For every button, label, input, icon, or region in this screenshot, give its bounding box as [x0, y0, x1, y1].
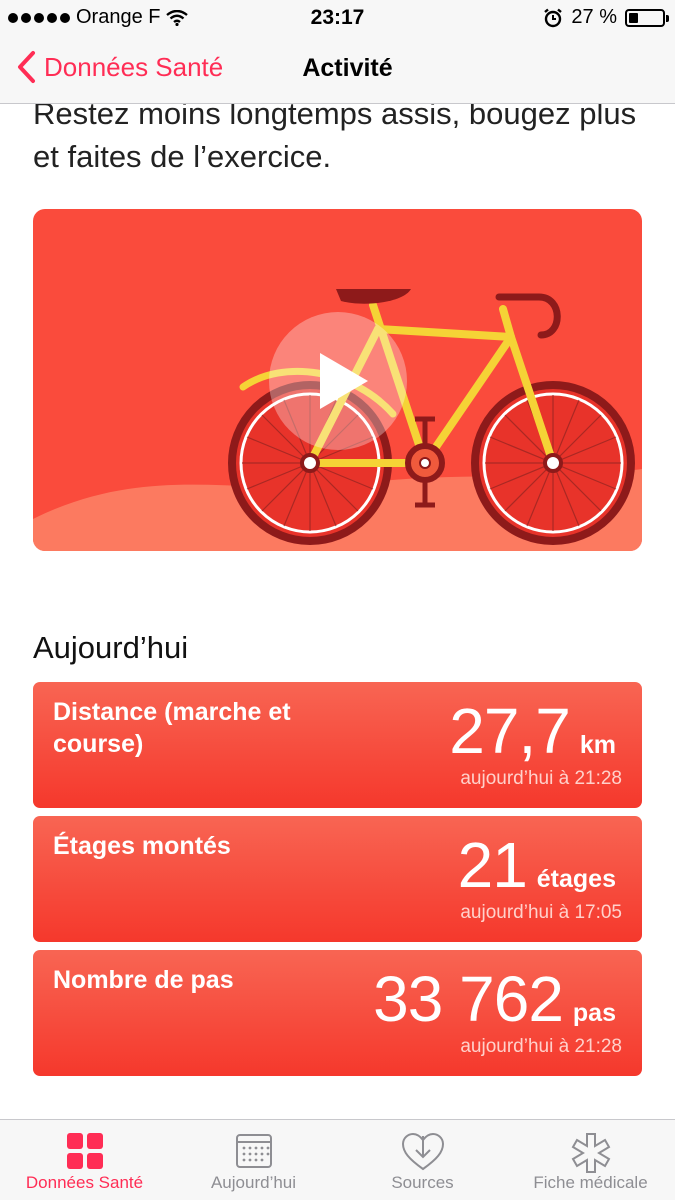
battery-percent: 27 % [571, 6, 617, 28]
stat-card-floors[interactable]: Étages montés 21 étages aujourd’hui à 17… [33, 816, 642, 942]
stat-unit: pas [572, 999, 616, 1027]
tab-label: Fiche médicale [533, 1173, 648, 1192]
stat-label: Distance (marche et course) [53, 698, 291, 758]
alarm-icon [544, 8, 563, 27]
stat-value: 33 762 [373, 963, 564, 1035]
tab-bar: Données Santé Aujourd’hui Sources Fiche … [0, 1119, 675, 1200]
tab-medical-id[interactable]: Fiche médicale [506, 1120, 675, 1200]
heart-download-icon [401, 1132, 444, 1171]
activity-video[interactable] [33, 209, 642, 551]
play-button[interactable] [268, 311, 408, 451]
tab-health-data[interactable]: Données Santé [0, 1120, 169, 1200]
navigation-bar: Données Santé Activité [0, 36, 675, 104]
status-right: 27 % [543, 6, 669, 29]
stat-value: 21 [457, 829, 528, 901]
stat-unit: étages [536, 865, 616, 893]
tab-today[interactable]: Aujourd’hui [169, 1120, 338, 1200]
grid-icon [66, 1133, 103, 1169]
medical-star-icon [571, 1133, 610, 1173]
stat-unit: km [579, 731, 616, 759]
stat-timestamp: aujourd’hui à 17:05 [460, 902, 622, 923]
page-title: Activité [302, 54, 393, 82]
stat-timestamp: aujourd’hui à 21:28 [460, 768, 622, 789]
stat-value-group: 33 762 pas [373, 962, 616, 1036]
status-bar: Orange F 23:17 27 % [0, 0, 675, 36]
stat-value: 27,7 [449, 695, 571, 767]
tab-label: Données Santé [25, 1173, 144, 1192]
tab-label: Aujourd’hui [210, 1173, 297, 1192]
stat-timestamp: aujourd’hui à 21:28 [460, 1036, 622, 1057]
stat-value-group: 27,7 km [449, 694, 616, 768]
tab-sources[interactable]: Sources [338, 1120, 507, 1200]
tab-label: Sources [391, 1173, 454, 1192]
calendar-icon [235, 1134, 272, 1168]
stat-card-steps[interactable]: Nombre de pas 33 762 pas aujourd’hui à 2… [33, 950, 642, 1076]
intro-text: Restez moins longtemps assis, bougez plu… [33, 96, 637, 174]
section-title: Aujourd’hui [33, 630, 189, 665]
stat-label: Nombre de pas [53, 966, 234, 994]
stat-label: Étages montés [53, 832, 231, 860]
battery-icon [625, 8, 669, 27]
stat-card-distance[interactable]: Distance (marche et course) 27,7 km aujo… [33, 682, 642, 808]
stat-value-group: 21 étages [458, 828, 616, 902]
